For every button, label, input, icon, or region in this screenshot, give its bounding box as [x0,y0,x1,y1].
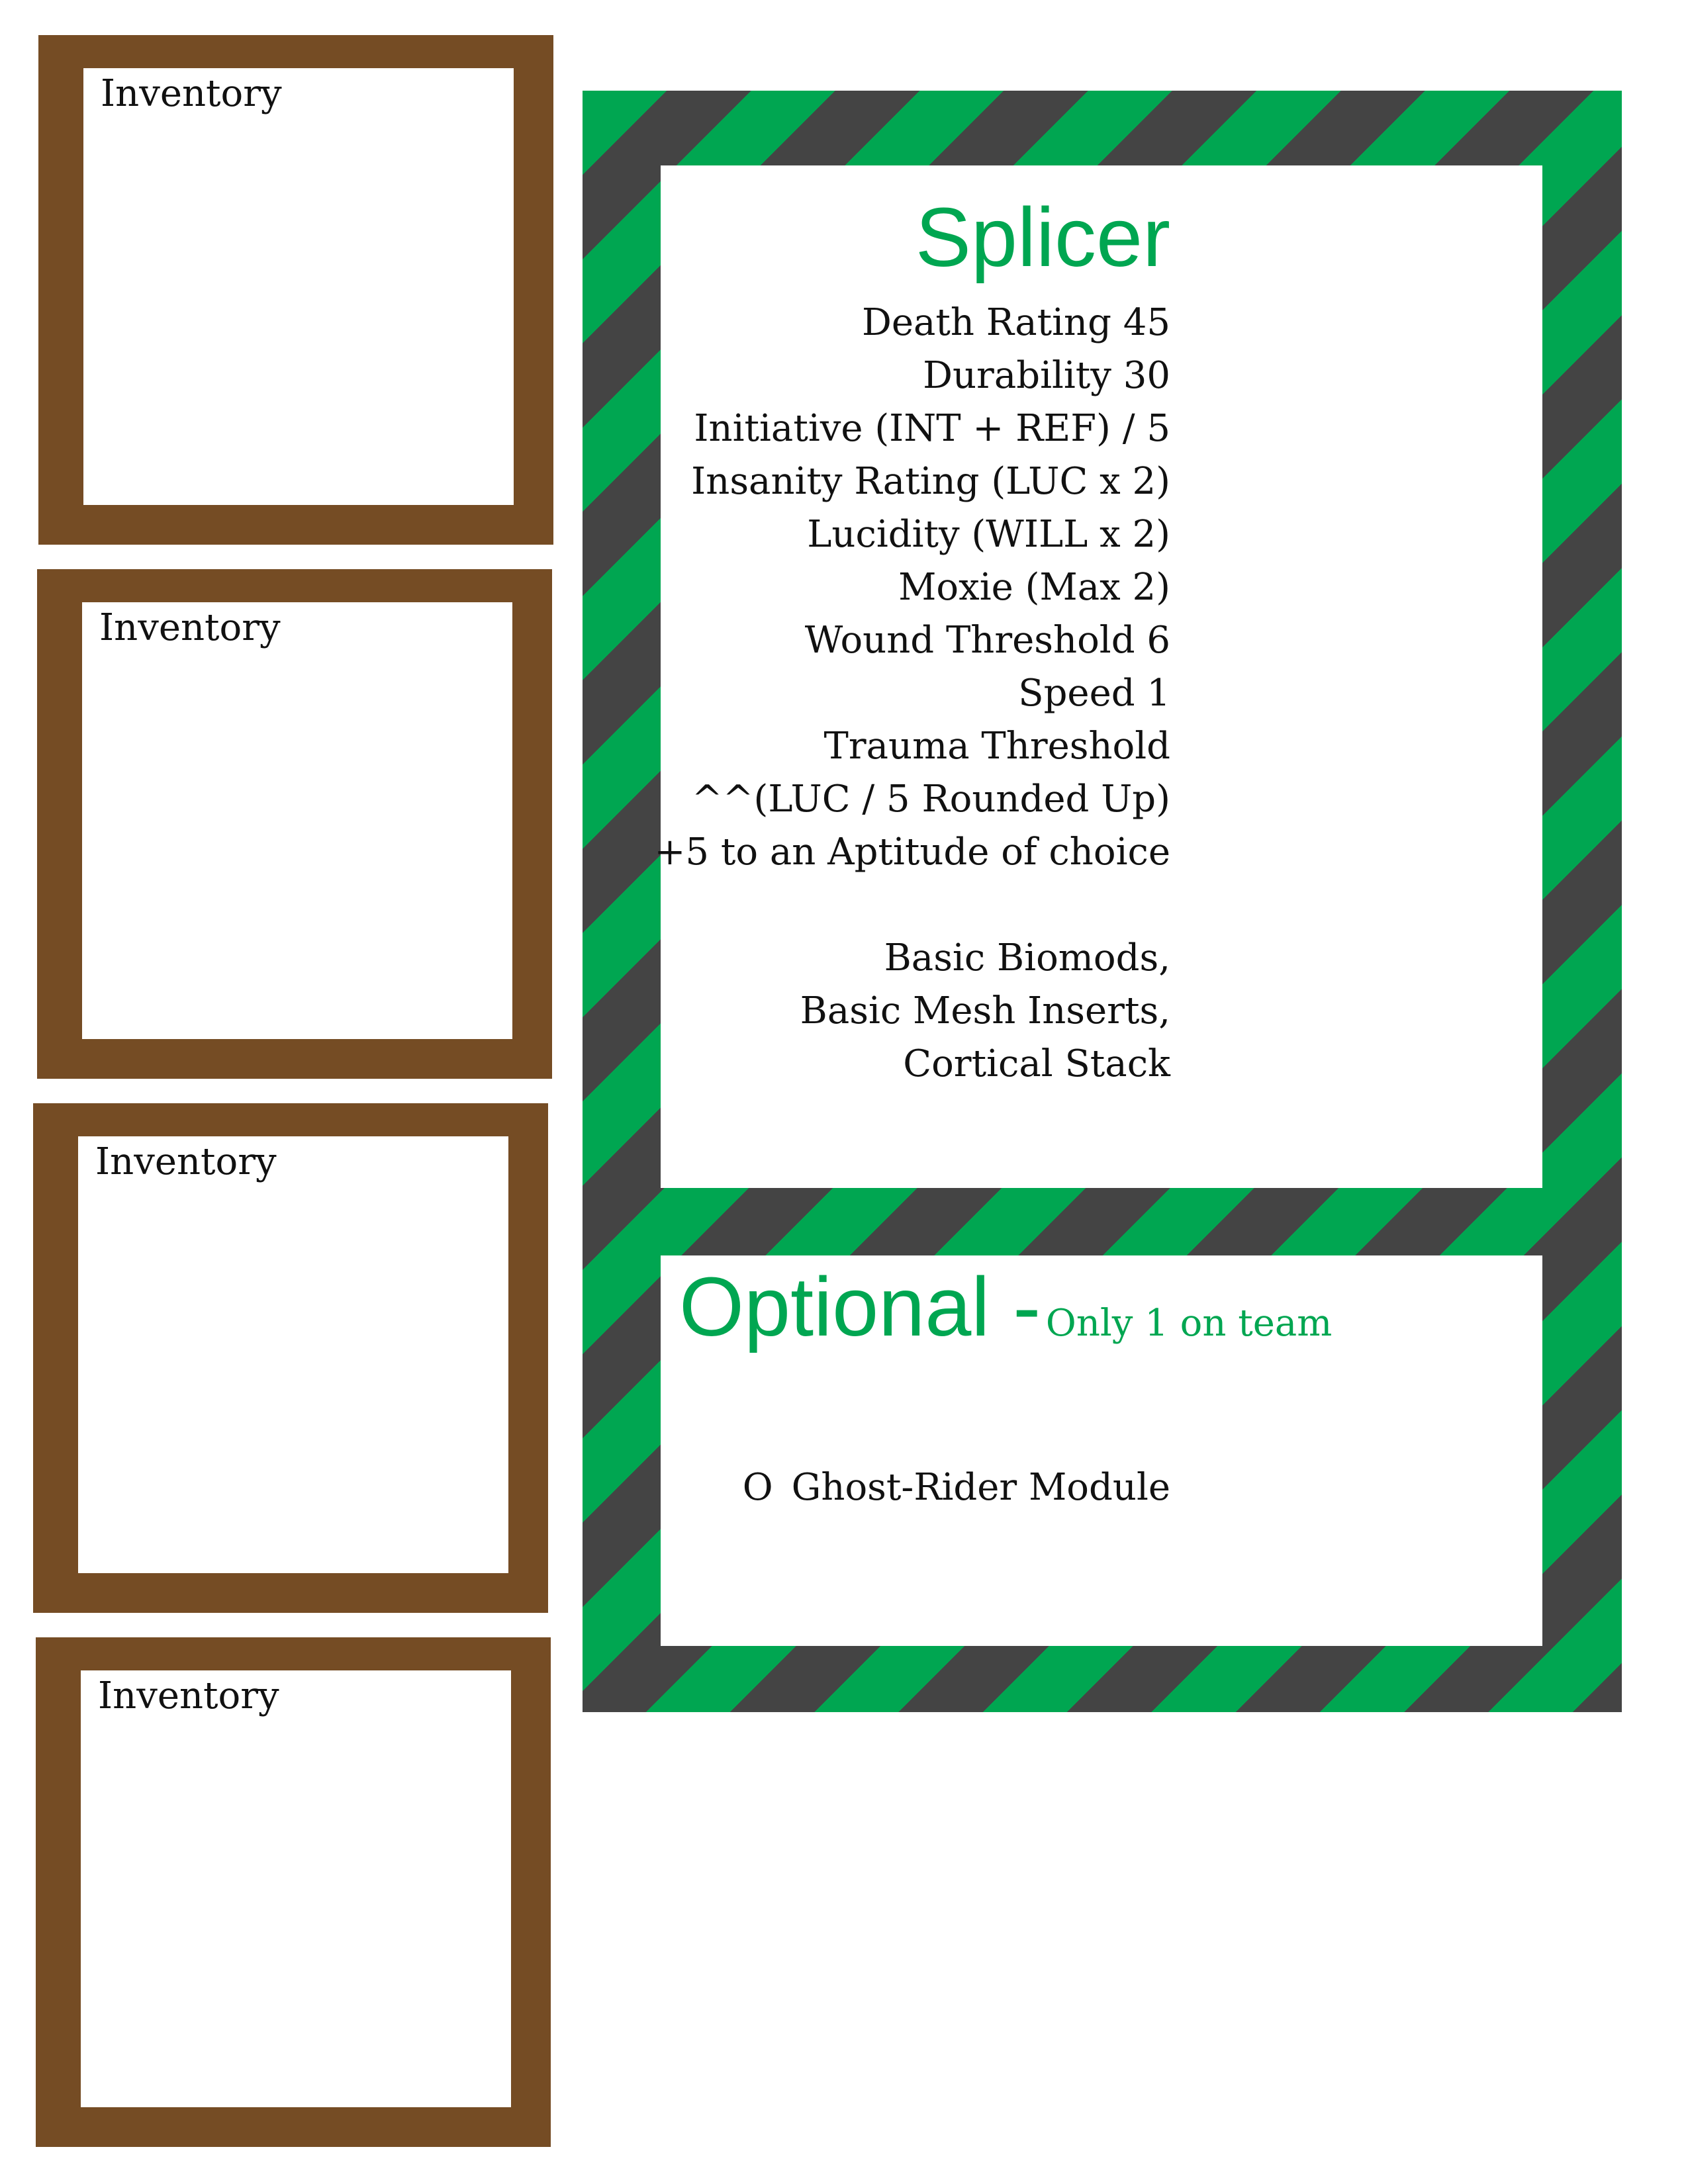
stat-line: +5 to an Aptitude of choice [654,831,1171,874]
optional-heading: Optional - Only 1 on team [679,1259,1332,1355]
equipment-line: Basic Mesh Inserts, [800,989,1170,1032]
optional-note: Only 1 on team [1045,1302,1333,1345]
stat-line: Durability 30 [923,354,1170,397]
inventory-box: Inventory [37,569,552,1079]
optional-title: Optional - [679,1260,1041,1353]
stat-line: Trauma Threshold [823,725,1170,768]
class-card: Splicer Death Rating 45 Durability 30 In… [583,91,1622,1712]
option-label: Ghost-Rider Module [791,1466,1170,1509]
stat-line: Speed 1 [1018,672,1170,715]
stat-line: Insanity Rating (LUC x 2) [691,460,1170,503]
class-stats-panel: Splicer Death Rating 45 Durability 30 In… [655,165,1542,1188]
option-checkbox[interactable]: O [743,1466,773,1509]
stat-line: Lucidity (WILL x 2) [807,513,1170,556]
inventory-label: Inventory [99,606,281,649]
inventory-box: Inventory [38,35,553,545]
stat-line: Death Rating 45 [861,301,1170,344]
stat-list: Death Rating 45 Durability 30 Initiative… [655,296,1171,1091]
inventory-label: Inventory [101,72,282,115]
stat-line: Wound Threshold 6 [804,619,1170,662]
optional-panel: Optional - Only 1 on team O Ghost-Rider M… [661,1255,1542,1646]
inventory-label: Inventory [95,1140,277,1183]
stat-line: Moxie (Max 2) [898,566,1170,609]
stat-spacer [655,879,1171,932]
equipment-line: Basic Biomods, [884,936,1170,979]
optional-option[interactable]: O Ghost-Rider Module [743,1466,1170,1509]
class-title: Splicer [915,191,1170,284]
inventory-box: Inventory [36,1637,551,2147]
inventory-box: Inventory [33,1103,548,1613]
inventory-label: Inventory [98,1674,279,1717]
stat-line: ^^(LUC / 5 Rounded Up) [691,778,1170,821]
stat-line: Initiative (INT + REF) / 5 [694,407,1170,450]
equipment-line: Cortical Stack [903,1042,1170,1085]
